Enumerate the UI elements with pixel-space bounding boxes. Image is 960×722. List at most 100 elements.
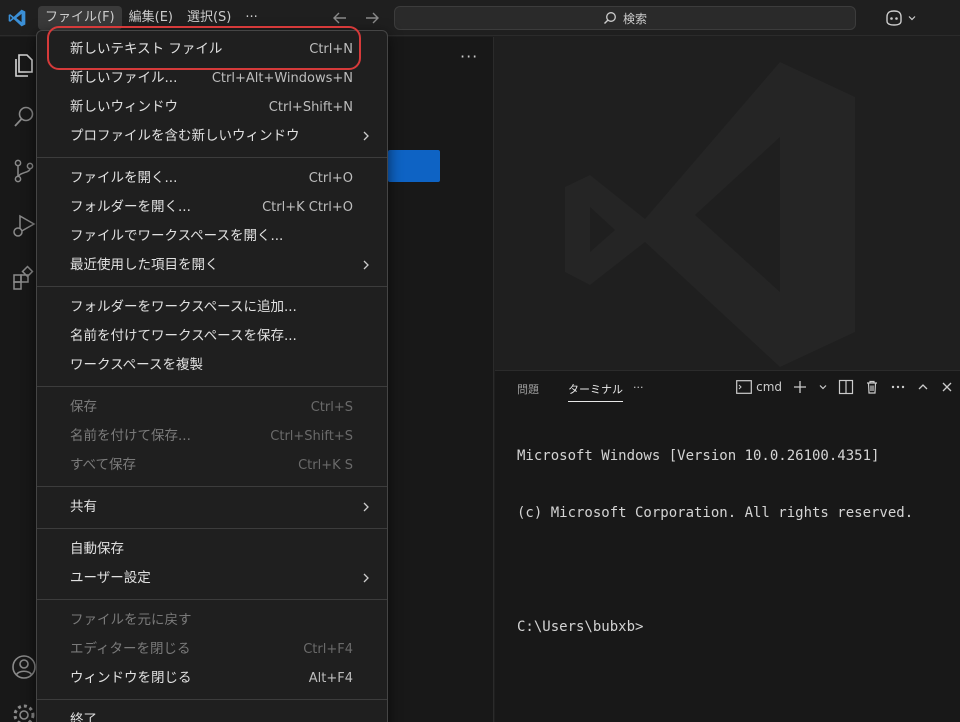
menu-item-label: 終了	[70, 712, 97, 722]
menu-item[interactable]: 新しいファイル... Ctrl+Alt+Windows+N	[37, 64, 387, 93]
menu-item: エディターを閉じる Ctrl+F4	[37, 635, 387, 664]
menu-item[interactable]: 最近使用した項目を開く	[37, 251, 387, 280]
menu-item-shortcut: Ctrl+Shift+N	[268, 100, 353, 115]
close-icon[interactable]	[940, 380, 954, 394]
menu-item-label: 保存	[70, 399, 97, 415]
menu-item-shortcut: Ctrl+Shift+S	[270, 429, 353, 444]
explorer-icon[interactable]	[10, 51, 38, 79]
open-folder-button[interactable]	[388, 150, 440, 182]
chevron-right-icon	[361, 564, 371, 593]
menu-item-label: 新しいテキスト ファイル	[70, 41, 223, 57]
menu-separator	[37, 486, 387, 487]
search-icon[interactable]	[10, 103, 38, 131]
command-center-search[interactable]: 検索	[394, 6, 856, 30]
menu-item: すべて保存 Ctrl+K S	[37, 451, 387, 480]
menu-item-shortcut: Ctrl+N	[309, 42, 353, 57]
menu-item-shortcut: Ctrl+K Ctrl+O	[262, 200, 353, 215]
menu-separator	[37, 528, 387, 529]
terminal-prompt: C:\Users\bubxb>	[517, 619, 644, 635]
menu-item[interactable]: プロファイルを含む新しいウィンドウ	[37, 122, 387, 151]
menu-item[interactable]: ウィンドウを閉じる Alt+F4	[37, 664, 387, 693]
run-debug-icon[interactable]	[10, 211, 38, 239]
menu-item[interactable]: フォルダーをワークスペースに追加...	[37, 293, 387, 322]
menu-separator	[37, 699, 387, 700]
menu-item-shortcut: Ctrl+Alt+Windows+N	[211, 71, 353, 86]
menu-item-label: すべて保存	[70, 457, 137, 473]
menu-item-label: ファイルでワークスペースを開く...	[70, 228, 284, 244]
menu-item[interactable]: 終了	[37, 706, 387, 722]
menu-item-shortcut: Ctrl+S	[310, 400, 353, 415]
search-label: 検索	[622, 11, 647, 26]
menu-item-label: 自動保存	[70, 541, 124, 557]
menu-item-label: フォルダーを開く...	[70, 199, 191, 215]
terminal-line: (c) Microsoft Corporation. All rights re…	[517, 505, 914, 521]
terminal-profile-label: cmd	[756, 380, 782, 394]
menu-item-shortcut: Ctrl+F4	[303, 642, 353, 657]
copilot-icon	[886, 10, 902, 26]
tab-terminal[interactable]: ターミナル	[568, 381, 623, 402]
vscode-logo-icon	[8, 9, 26, 27]
tab-problems[interactable]: 問題	[517, 381, 539, 397]
menu-file[interactable]: ファイル(F)	[38, 6, 122, 30]
arrow-left-icon[interactable]	[330, 8, 350, 28]
menu-item-label: ファイルを元に戻す	[70, 612, 192, 628]
editor-area	[495, 37, 960, 370]
menu-item[interactable]: 新しいウィンドウ Ctrl+Shift+N	[37, 93, 387, 122]
menu-item-label: フォルダーをワークスペースに追加...	[70, 299, 297, 315]
menu-item[interactable]: 名前を付けてワークスペースを保存...	[37, 322, 387, 351]
menu-item: ファイルを元に戻す	[37, 606, 387, 635]
copilot-button[interactable]	[884, 7, 924, 29]
menu-item[interactable]: 新しいテキスト ファイル Ctrl+N	[37, 35, 387, 64]
menu-more[interactable]: ···	[238, 6, 264, 30]
menu-separator	[37, 286, 387, 287]
menu-item[interactable]: フォルダーを開く... Ctrl+K Ctrl+O	[37, 193, 387, 222]
sidebar-more-actions[interactable]: ···	[460, 47, 478, 66]
menu-item-label: ユーザー設定	[70, 570, 151, 586]
terminal-output[interactable]: Microsoft Windows [Version 10.0.26100.43…	[517, 409, 913, 675]
menu-item[interactable]: ファイルを開く... Ctrl+O	[37, 164, 387, 193]
navigation-arrows	[330, 8, 382, 28]
source-control-icon[interactable]	[10, 157, 38, 185]
menu-selection[interactable]: 選択(S)	[180, 6, 238, 30]
new-terminal-icon[interactable]	[792, 379, 808, 395]
file-menu-dropdown: 新しいテキスト ファイル Ctrl+N 新しいファイル... Ctrl+Alt+Win…	[36, 30, 388, 722]
terminal-line: Microsoft Windows [Version 10.0.26100.43…	[517, 448, 880, 464]
chevron-down-icon[interactable]	[818, 382, 828, 392]
arrow-right-icon[interactable]	[362, 8, 382, 28]
panel-tab-bar: 問題 ターミナル ··· cmd	[495, 371, 960, 405]
tab-more[interactable]: ···	[633, 381, 644, 394]
terminal-profile[interactable]: cmd	[736, 380, 782, 394]
chevron-up-icon[interactable]	[916, 380, 930, 394]
menu-item-label: ワークスペースを複製	[70, 357, 203, 373]
panel-actions: cmd	[736, 379, 954, 395]
chevron-right-icon	[361, 493, 371, 522]
trash-icon[interactable]	[864, 379, 880, 395]
extensions-icon[interactable]	[10, 265, 38, 293]
menu-item-label: 名前を付けてワークスペースを保存...	[70, 328, 297, 344]
more-actions-icon[interactable]	[890, 379, 906, 395]
split-terminal-icon[interactable]	[838, 379, 854, 395]
menu-item-shortcut: Alt+F4	[308, 671, 353, 686]
menu-item-label: 最近使用した項目を開く	[70, 257, 219, 273]
vscode-watermark-icon	[565, 62, 855, 367]
menu-item-label: 共有	[70, 499, 97, 515]
menu-item[interactable]: ファイルでワークスペースを開く...	[37, 222, 387, 251]
menu-item[interactable]: 自動保存	[37, 535, 387, 564]
menu-item[interactable]: 共有	[37, 493, 387, 522]
menu-item[interactable]: ワークスペースを複製	[37, 351, 387, 380]
menu-item-label: 新しいファイル...	[70, 70, 178, 86]
menu-edit[interactable]: 編集(E)	[122, 6, 180, 30]
menu-item-label: 名前を付けて保存...	[70, 428, 191, 444]
menu-separator	[37, 599, 387, 600]
menu-item[interactable]: ユーザー設定	[37, 564, 387, 593]
menu-item: 名前を付けて保存... Ctrl+Shift+S	[37, 422, 387, 451]
chevron-right-icon	[361, 251, 371, 280]
menu-item-label: 新しいウィンドウ	[70, 99, 178, 115]
menu-bar: ファイル(F) 編集(E) 選択(S) ···	[38, 6, 265, 30]
bottom-panel: 問題 ターミナル ··· cmd Microsoft Windows [Vers…	[495, 370, 960, 722]
menu-item-label: プロファイルを含む新しいウィンドウ	[70, 128, 300, 144]
gear-icon[interactable]	[10, 701, 38, 722]
account-icon[interactable]	[10, 653, 38, 681]
menu-item-label: エディターを閉じる	[70, 641, 191, 657]
